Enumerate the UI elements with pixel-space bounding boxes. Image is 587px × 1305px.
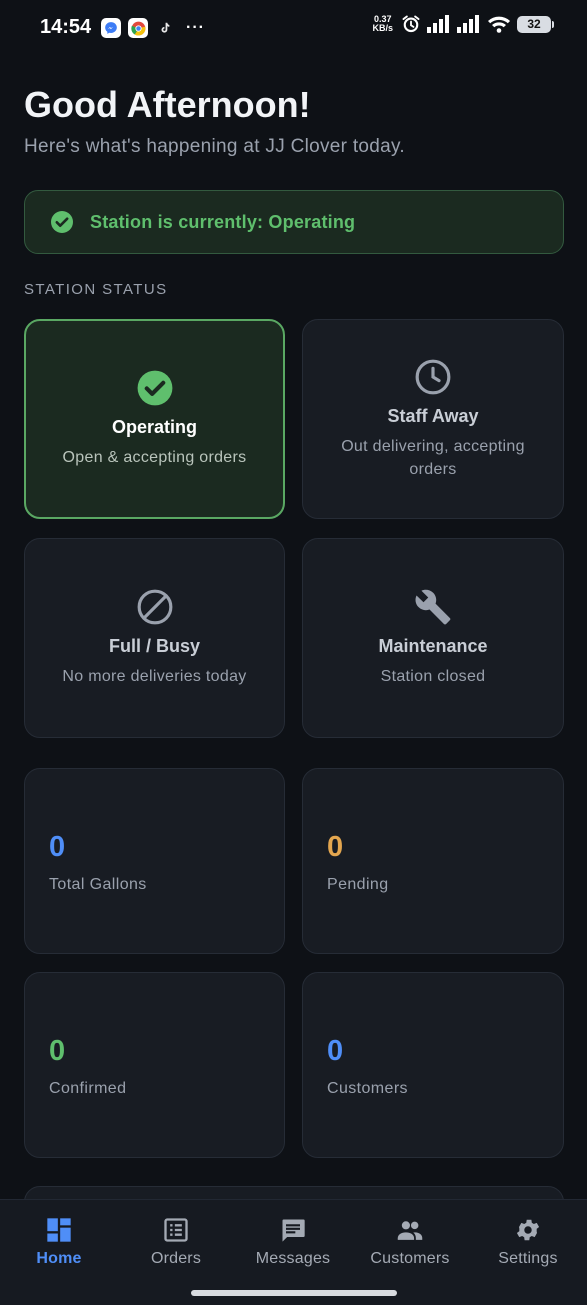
tiktok-icon — [155, 18, 175, 38]
app-screen: 14:54 ··· 0.37 KB/s 32 Good Afternoon! H… — [0, 0, 587, 1305]
dashboard-icon — [47, 1218, 71, 1242]
wrench-icon — [415, 589, 451, 625]
status-option-desc: No more deliveries today — [62, 668, 247, 685]
status-option-desc: Open & accepting orders — [62, 449, 247, 466]
block-icon — [137, 589, 172, 625]
stat-card-pending: 0 Pending — [302, 768, 564, 954]
nav-messages[interactable]: Messages — [238, 1216, 348, 1268]
station-status-banner: Station is currently: Operating — [24, 190, 564, 254]
status-option-title: Operating — [111, 417, 197, 437]
nav-label: Customers — [370, 1250, 450, 1267]
status-option-operating[interactable]: Operating Open & accepting orders — [24, 319, 285, 519]
status-time: 14:54 — [40, 16, 92, 38]
check-circle-icon — [51, 211, 73, 233]
clock-icon — [415, 359, 451, 394]
banner-text: Station is currently: Operating — [90, 211, 356, 232]
notification-icons: ··· — [101, 18, 205, 38]
nav-settings[interactable]: Settings — [473, 1216, 583, 1268]
status-bar: 14:54 ··· 0.37 KB/s 32 — [0, 0, 587, 56]
signal-icon — [427, 15, 449, 33]
stat-card-total-gallons: 0 Total Gallons — [24, 768, 285, 954]
people-icon — [397, 1221, 423, 1240]
status-option-desc: Station closed — [380, 668, 486, 685]
battery-icon: 32 — [517, 15, 554, 33]
status-option-desc: Out delivering, accepting orders — [341, 437, 525, 478]
nav-customers[interactable]: Customers — [355, 1216, 465, 1268]
check-circle-icon — [137, 370, 172, 406]
status-option-full-busy[interactable]: Full / Busy No more deliveries today — [24, 538, 285, 738]
nav-label: Messages — [255, 1250, 331, 1267]
nav-orders[interactable]: Orders — [121, 1216, 231, 1268]
home-indicator[interactable] — [191, 1290, 397, 1296]
receipt-icon — [164, 1218, 188, 1242]
status-option-title: Full / Busy — [108, 636, 200, 656]
status-option-title: Maintenance — [378, 636, 488, 656]
more-notifications-icon: ··· — [186, 19, 205, 36]
system-icons: 0.37 KB/s 32 — [372, 14, 554, 34]
net-speed-unit: KB/s — [372, 23, 393, 33]
stat-value: 0 — [49, 1035, 66, 1067]
stat-card-customers: 0 Customers — [302, 972, 564, 1158]
status-option-title: Staff Away — [387, 405, 479, 426]
nav-home[interactable]: Home — [4, 1216, 114, 1268]
status-option-staff-away[interactable]: Staff Away Out delivering, accepting ord… — [302, 319, 564, 519]
stat-label: Customers — [327, 1080, 408, 1097]
nav-label: Home — [36, 1250, 82, 1267]
chat-icon — [282, 1219, 305, 1242]
net-speed: 0.37 KB/s — [372, 15, 393, 33]
alarm-icon — [402, 15, 420, 33]
nav-label: Orders — [150, 1250, 202, 1267]
stat-label: Pending — [327, 876, 389, 893]
stat-value: 0 — [327, 1035, 344, 1067]
stat-value: 0 — [49, 831, 66, 863]
stat-card-confirmed: 0 Confirmed — [24, 972, 285, 1158]
stat-value: 0 — [327, 831, 344, 863]
stat-label: Total Gallons — [49, 876, 147, 893]
status-option-maintenance[interactable]: Maintenance Station closed — [302, 538, 564, 738]
messenger-icon — [101, 18, 121, 38]
page-subtitle: Here's what's happening at JJ Clover tod… — [24, 136, 405, 157]
page-title: Good Afternoon! — [24, 84, 311, 125]
section-label-station-status: STATION STATUS — [24, 281, 168, 298]
nav-label: Settings — [498, 1250, 558, 1267]
signal-icon-2 — [457, 15, 479, 33]
stat-label: Confirmed — [49, 1080, 127, 1097]
gear-icon — [516, 1219, 540, 1241]
chrome-icon — [128, 18, 148, 38]
wifi-icon — [488, 16, 510, 33]
